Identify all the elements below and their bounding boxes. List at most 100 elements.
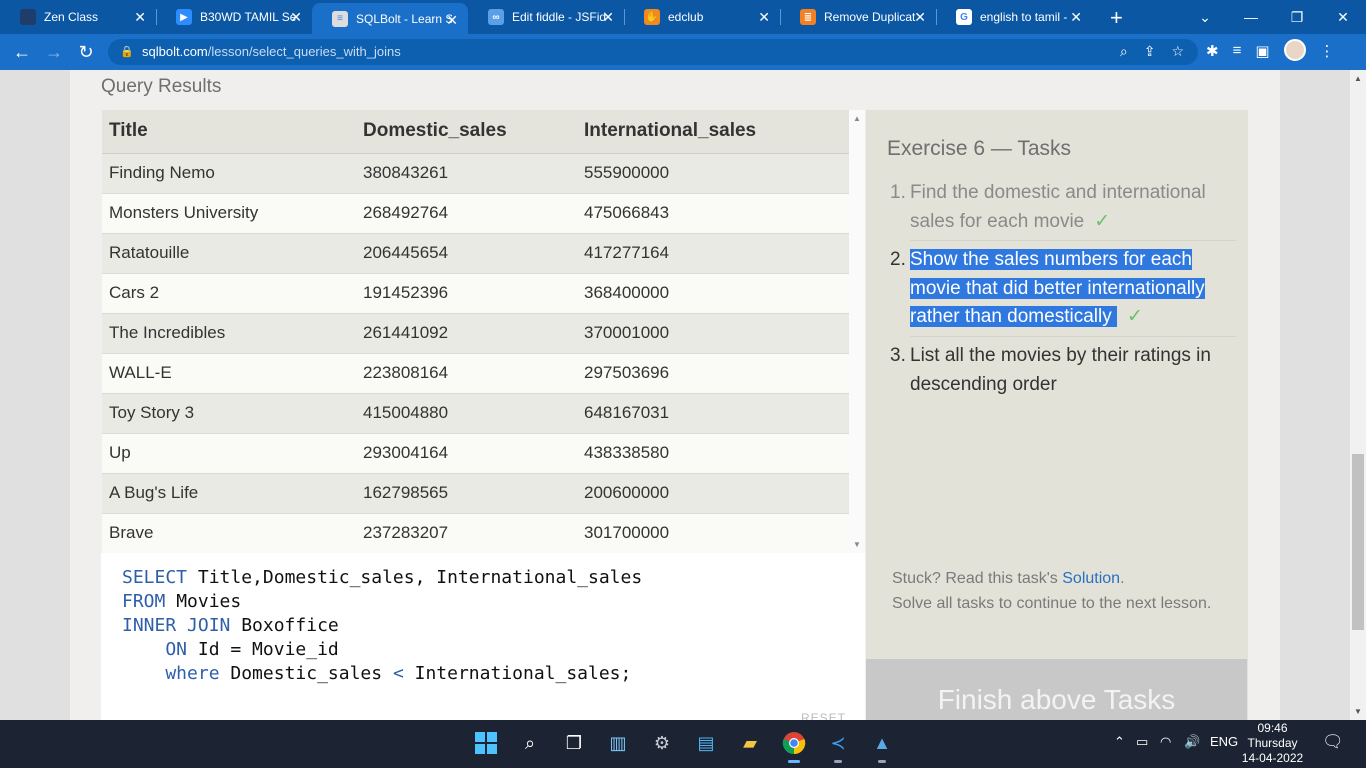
close-tab-icon[interactable]: ✕ [758, 9, 770, 26]
zoom-icon[interactable]: ⌕ [1120, 43, 1128, 60]
close-tab-icon[interactable]: ✕ [446, 12, 458, 29]
tab-1[interactable]: Zen Class ✕ [0, 0, 156, 34]
column-header: Domestic_sales [356, 110, 577, 154]
tasks-panel: Exercise 6 — Tasks 1. Find the domestic … [866, 110, 1248, 720]
close-tab-icon[interactable]: ✕ [290, 9, 302, 26]
tab-7[interactable]: Genglish to tamil - ✕ [936, 0, 1092, 34]
table-cell: Monsters University [102, 193, 356, 234]
task-view-icon[interactable]: ❐ [561, 730, 587, 756]
table-cell: 162798565 [356, 473, 577, 514]
file-explorer-icon[interactable]: ▰ [737, 730, 763, 756]
results-scrollbar[interactable]: ▲ ▼ [849, 110, 865, 553]
battery-icon[interactable]: ▭ [1136, 734, 1148, 750]
table-cell: WALL-E [102, 353, 356, 394]
menu-icon[interactable]: ⋮ [1320, 42, 1335, 61]
scroll-down-arrow-icon[interactable]: ▼ [1354, 707, 1362, 716]
clock-time: 09:46 [1257, 721, 1288, 735]
scroll-down-arrow-icon[interactable]: ▼ [853, 540, 861, 549]
notepad-icon[interactable]: ▤ [693, 730, 719, 756]
scroll-up-arrow-icon[interactable]: ▲ [1354, 74, 1362, 83]
sql-text: Id = Movie_id [187, 639, 339, 660]
sql-keyword: SELECT [122, 567, 188, 588]
notifications-icon[interactable]: 🗨 [1322, 732, 1344, 752]
close-window-button[interactable]: ✕ [1320, 0, 1366, 34]
table-cell: Finding Nemo [102, 153, 356, 194]
table-cell: 261441092 [356, 313, 577, 354]
back-icon[interactable]: ← [10, 40, 34, 64]
photos-icon[interactable]: ▲ [869, 730, 895, 763]
close-tab-icon[interactable]: ✕ [602, 9, 614, 26]
table-cell: 380843261 [356, 153, 577, 194]
sql-editor[interactable]: SELECT Title,Domestic_sales, Internation… [101, 553, 865, 720]
results-table-container[interactable]: Title Domestic_sales International_sales F… [102, 110, 849, 553]
side-panel-icon[interactable]: ▣ [1255, 42, 1269, 61]
reload-icon[interactable]: ↻ [74, 40, 98, 64]
windows-start-icon[interactable] [473, 730, 499, 756]
table-cell: 297503696 [577, 353, 849, 394]
code-line: FROM Movies [122, 590, 642, 614]
bookmark-star-icon[interactable]: ☆ [1171, 43, 1184, 60]
table-cell: 370001000 [577, 313, 849, 354]
sql-text: Boxoffice [230, 615, 339, 636]
table-row: Finding Nemo 380843261 555900000 [102, 153, 849, 194]
minimize-button[interactable]: — [1228, 0, 1274, 34]
tab-separator [936, 9, 937, 25]
tab-3[interactable]: ≡ SQLBolt - Learn S ✕ [312, 3, 468, 34]
finish-tasks-button[interactable]: Finish above Tasks [866, 659, 1247, 720]
lock-icon: 🔒 [120, 46, 134, 58]
table-cell: Toy Story 3 [102, 393, 356, 434]
scrollbar-thumb[interactable] [1352, 454, 1364, 630]
close-tab-icon[interactable]: ✕ [914, 9, 926, 26]
sql-text: Movies [165, 591, 242, 612]
close-tab-icon[interactable]: ✕ [134, 9, 146, 26]
vscode-icon[interactable]: ≺ [825, 730, 851, 763]
maximize-button[interactable]: ❐ [1274, 0, 1320, 34]
tray-chevron-icon[interactable]: ⌃ [1114, 734, 1125, 750]
clock[interactable]: 09:46 Thursday 14-04-2022 [1240, 721, 1305, 766]
table-cell: Ratatouille [102, 233, 356, 274]
forward-icon[interactable]: → [42, 40, 66, 64]
table-row: Up 293004164 438338580 [102, 433, 849, 474]
share-icon[interactable]: ⇪ [1144, 43, 1156, 60]
url-text: sqlbolt.com/lesson/select_queries_with_j… [142, 44, 401, 59]
tab-separator [780, 9, 781, 25]
close-tab-icon[interactable]: ✕ [1070, 9, 1082, 26]
reset-button[interactable]: RESET [801, 711, 846, 720]
page-scrollbar[interactable]: ▲ ▼ [1350, 70, 1366, 720]
tab-6[interactable]: ≣ Remove Duplicat ✕ [780, 0, 936, 34]
browser-toolbar: ← → ↻ 🔒 sqlbolt.com/lesson/select_querie… [0, 34, 1366, 70]
query-results-title: Query Results [101, 76, 222, 97]
tab-4[interactable]: ∞ Edit fiddle - JSFid ✕ [468, 0, 624, 34]
task-text: Find the domestic and international sale… [910, 182, 1206, 232]
table-cell: 237283207 [356, 513, 577, 553]
language-indicator[interactable]: ENG [1210, 734, 1238, 749]
scroll-up-arrow-icon[interactable]: ▲ [853, 114, 861, 123]
wifi-icon[interactable]: ◠ [1160, 734, 1171, 750]
profile-avatar[interactable] [1283, 39, 1306, 61]
search-icon[interactable]: ⌕ [517, 730, 543, 756]
table-cell: Up [102, 433, 356, 474]
settings-gear-icon[interactable]: ⚙ [649, 730, 675, 756]
sql-code[interactable]: SELECT Title,Domestic_sales, Internation… [122, 566, 642, 686]
address-bar[interactable]: 🔒 sqlbolt.com/lesson/select_queries_with… [108, 39, 1198, 65]
lesson-card: Query Results Title Domestic_sales Interna… [70, 70, 1280, 720]
sql-text: Domestic_sales [219, 663, 393, 684]
chrome-icon[interactable] [781, 730, 807, 763]
code-line: SELECT Title,Domestic_sales, Internation… [122, 566, 642, 590]
tab-search-icon[interactable]: ⌄ [1182, 0, 1228, 34]
tab-5[interactable]: ✋ edclub ✕ [624, 0, 780, 34]
extensions-icon[interactable]: ✱ [1206, 42, 1219, 61]
task-text: List all the movies by their ratings in … [910, 345, 1211, 395]
stuck-suffix: . [1120, 570, 1125, 587]
reading-list-icon[interactable]: ≡ [1233, 42, 1242, 61]
code-line: INNER JOIN Boxoffice [122, 614, 642, 638]
stackoverflow-icon: ≣ [800, 9, 816, 25]
table-cell: 268492764 [356, 193, 577, 234]
tab-2[interactable]: ▶ B30WD TAMIL Se ✕ [156, 0, 312, 34]
solution-link[interactable]: Solution [1062, 570, 1120, 587]
column-header: Title [102, 110, 356, 154]
new-tab-button[interactable]: + [1110, 5, 1123, 31]
volume-icon[interactable]: 🔊 [1184, 734, 1200, 750]
task-number: 2. [890, 249, 906, 270]
widgets-icon[interactable]: ▥ [605, 730, 631, 756]
